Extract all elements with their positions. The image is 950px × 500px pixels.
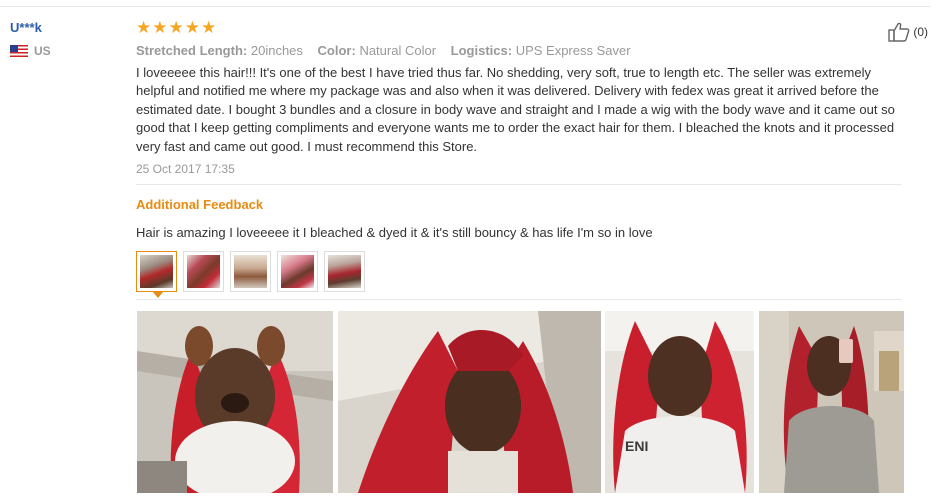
selected-thumbnail-pointer	[153, 292, 163, 299]
thumbnail-divider	[136, 299, 902, 301]
photo-image	[759, 311, 904, 493]
feedback-divider	[136, 184, 902, 186]
review-photo[interactable]	[338, 311, 601, 493]
us-flag-icon	[10, 45, 28, 57]
length-label: Stretched Length:	[136, 43, 248, 58]
review-date: 25 Oct 2017 17:35	[136, 162, 235, 177]
photo-image	[338, 311, 601, 493]
review-text: I loveeeee this hair!!! It's one of the …	[136, 65, 895, 154]
photo-thumbnails	[136, 251, 906, 299]
photo-thumbnail[interactable]	[324, 251, 365, 293]
logistics-value: UPS Express Saver	[515, 43, 631, 58]
photo-thumbnail[interactable]	[230, 251, 271, 293]
logistics-label: Logistics:	[450, 43, 513, 58]
length-value: 20inches	[250, 43, 303, 58]
photo-image	[137, 311, 333, 493]
star-rating: ★★★★★	[136, 18, 218, 37]
photo-thumbnail[interactable]	[277, 251, 318, 293]
additional-feedback-title: Additional Feedback	[136, 197, 264, 213]
review-photo[interactable]	[137, 311, 333, 493]
photo-image: ENI	[605, 311, 754, 493]
order-details: Stretched Length: 20inches Color: Natura…	[136, 42, 906, 60]
review-content: ★★★★★ Stretched Length: 20inches Color: …	[136, 18, 906, 301]
country-code: US	[34, 44, 51, 58]
review-photo[interactable]	[759, 311, 904, 493]
svg-text:ENI: ENI	[625, 438, 648, 454]
review-photo[interactable]: ENI	[605, 311, 754, 493]
additional-feedback-text: Hair is amazing I loveeeee it I bleached…	[136, 225, 653, 241]
reviewer-name[interactable]: U***k	[10, 20, 120, 35]
color-value: Natural Color	[359, 43, 437, 58]
top-divider	[0, 6, 930, 7]
reviewer-info: U***k US	[10, 20, 120, 58]
photo-thumbnail[interactable]	[136, 251, 177, 293]
helpful-count: (0)	[913, 25, 928, 39]
photo-thumbnail[interactable]	[183, 251, 224, 293]
color-label: Color:	[317, 43, 356, 58]
reviewer-country: US	[10, 44, 120, 58]
